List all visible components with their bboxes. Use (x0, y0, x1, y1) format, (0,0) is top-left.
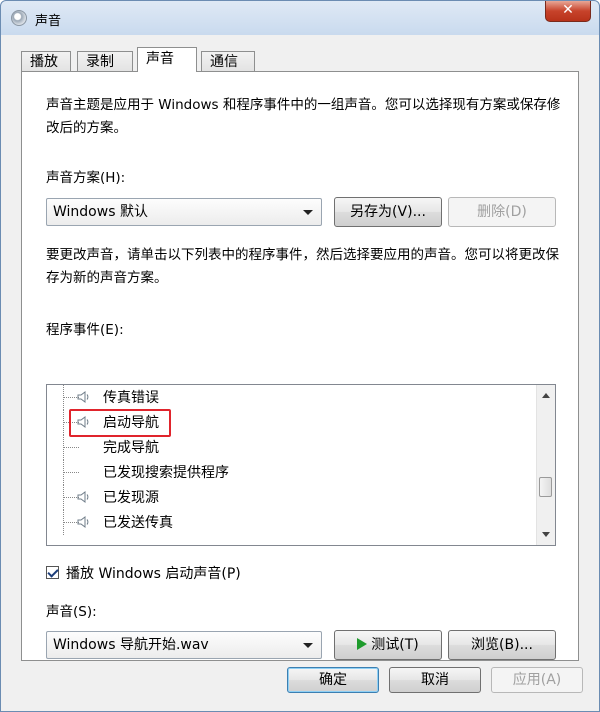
scheme-label: 声音方案(H): (46, 170, 126, 186)
title-bar[interactable]: 声音 ✕ (1, 1, 599, 35)
selection-highlight-box (69, 409, 171, 437)
test-button-label: 测试(T) (371, 637, 419, 653)
delete-button[interactable]: 删除(D) (448, 197, 556, 227)
tab-recording[interactable]: 录制 (77, 51, 133, 71)
vertical-scrollbar[interactable] (536, 385, 555, 545)
list-item-label: 完成导航 (103, 440, 159, 456)
tab-playback[interactable]: 播放 (21, 51, 71, 71)
window-title: 声音 (35, 14, 62, 29)
list-item-label: 传真错误 (103, 390, 159, 406)
chevron-down-icon (303, 210, 313, 215)
list-item-label: 已发送传真 (103, 515, 173, 531)
tree-line (63, 472, 79, 473)
list-item[interactable]: 已发送传真 (47, 510, 537, 535)
scheme-dropdown[interactable]: Windows 默认 (46, 198, 322, 226)
speaker-icon (77, 491, 89, 503)
events-label: 程序事件(E): (46, 322, 124, 338)
tab-sounds[interactable]: 声音 (137, 47, 197, 72)
cancel-button[interactable]: 取消 (389, 667, 481, 693)
test-button[interactable]: 测试(T) (334, 630, 442, 660)
sound-selected-value: Windows 导航开始.wav (53, 637, 209, 653)
sounds-tab-panel: 声音主题是应用于 Windows 和程序事件中的一组声音。您可以选择现有方案或保… (21, 71, 579, 661)
dialog-client-area: 播放 录制 声音 通信 声音主题是应用于 Windows 和程序事件中的一组声音… (9, 35, 591, 703)
speaker-icon (77, 516, 89, 528)
chevron-down-icon[interactable] (303, 643, 313, 648)
scroll-up-icon[interactable] (542, 393, 550, 398)
play-icon (357, 638, 368, 650)
sound-label: 声音(S): (46, 604, 97, 620)
save-as-button[interactable]: 另存为(V)... (334, 197, 442, 227)
startup-sound-label[interactable]: 播放 Windows 启动声音(P) (66, 563, 241, 583)
program-events-list[interactable]: 传真错误 启动导航 完成导航 已发现搜索提供程序 已发现源 已发送传真 (46, 384, 556, 546)
sound-file-dropdown[interactable]: Windows 导航开始.wav (46, 631, 322, 659)
speaker-icon (77, 391, 89, 403)
tree-line (63, 447, 79, 448)
list-item-label: 已发现源 (103, 490, 159, 506)
ok-button[interactable]: 确定 (287, 667, 379, 693)
apply-button[interactable]: 应用(A) (491, 667, 583, 693)
speaker-app-icon (11, 10, 27, 26)
change-instructions: 要更改声音，请单击以下列表中的程序事件，然后选择要应用的声音。您可以将更改保存为… (46, 247, 559, 286)
scheme-selected-value: Windows 默认 (53, 204, 148, 220)
list-item-label: 已发现搜索提供程序 (103, 465, 229, 481)
list-item[interactable]: 已发现搜索提供程序 (47, 460, 537, 485)
close-button[interactable]: ✕ (545, 1, 591, 22)
tab-communications[interactable]: 通信 (201, 51, 255, 71)
list-item[interactable]: 已发现源 (47, 485, 537, 510)
startup-sound-checkbox[interactable] (46, 566, 59, 579)
scroll-thumb[interactable] (539, 477, 552, 497)
list-item[interactable]: 传真错误 (47, 385, 537, 410)
browse-button[interactable]: 浏览(B)... (448, 630, 556, 660)
sound-dialog: 声音 ✕ 播放 录制 声音 通信 声音主题是应用于 Windows 和程序事件中… (0, 0, 600, 712)
intro-text: 声音主题是应用于 Windows 和程序事件中的一组声音。您可以选择现有方案或保… (46, 97, 561, 136)
list-item[interactable]: 完成导航 (47, 435, 537, 460)
scroll-down-icon[interactable] (542, 532, 550, 537)
